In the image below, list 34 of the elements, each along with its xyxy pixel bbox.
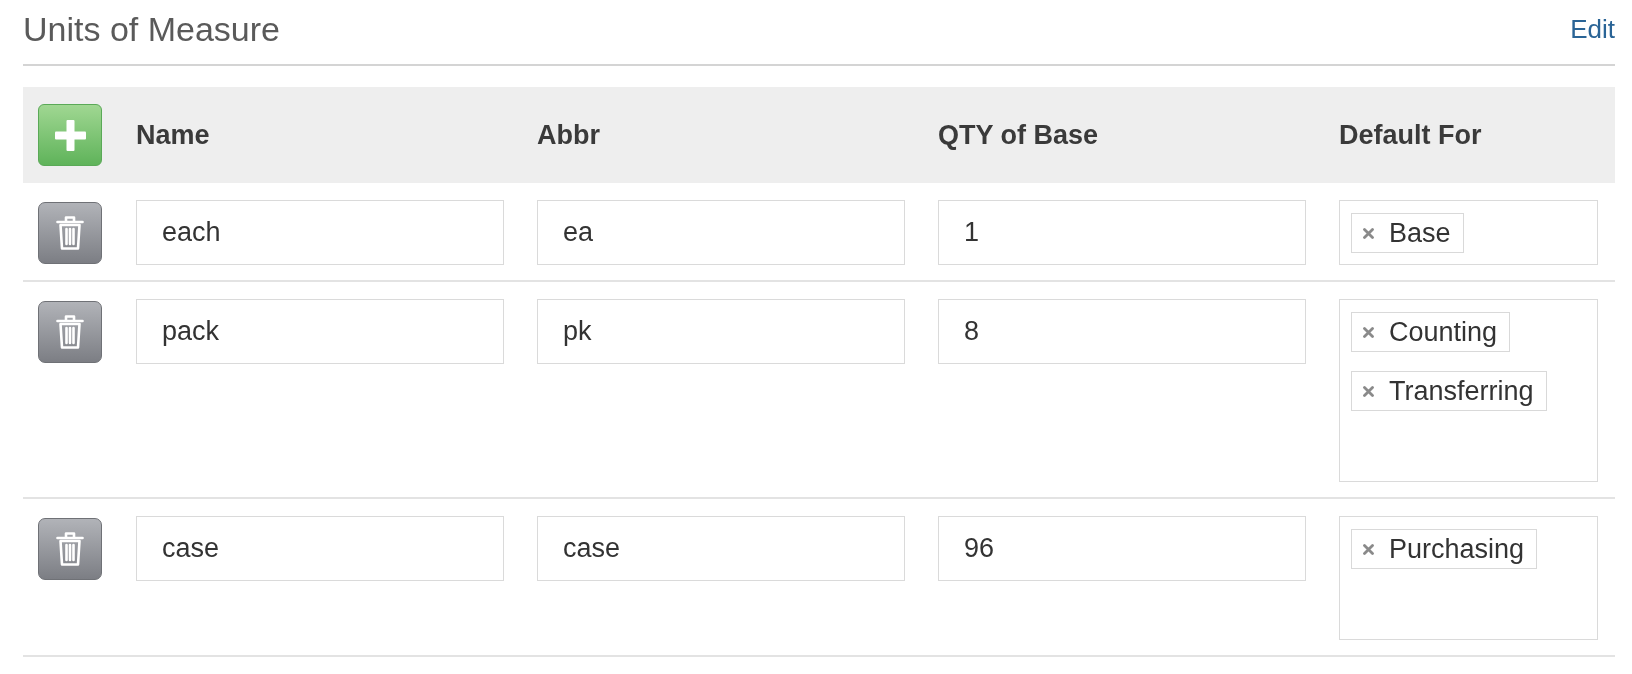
trash-icon (55, 530, 85, 567)
default-for-field[interactable]: Counting Transferring (1339, 299, 1598, 482)
tag-label: Counting (1389, 316, 1498, 348)
delete-button[interactable] (38, 517, 102, 580)
delete-button[interactable] (38, 300, 102, 363)
tag-label: Purchasing (1389, 533, 1525, 565)
remove-icon[interactable] (1363, 326, 1374, 338)
name-input[interactable]: pack (136, 299, 504, 364)
trash-icon (55, 214, 85, 251)
qty-input[interactable]: 1 (938, 200, 1306, 265)
qty-input[interactable]: 8 (938, 299, 1306, 364)
remove-icon[interactable] (1363, 543, 1374, 555)
qty-input[interactable]: 96 (938, 516, 1306, 581)
column-header: Abbr (537, 119, 600, 151)
delete-button[interactable] (38, 201, 102, 264)
trash-icon (55, 313, 85, 350)
default-for-field[interactable]: Purchasing (1339, 516, 1598, 640)
edit-link[interactable]: Edit (1570, 13, 1615, 45)
column-header: Default For (1339, 119, 1482, 151)
remove-icon[interactable] (1363, 227, 1374, 239)
tag-label: Base (1389, 217, 1451, 249)
abbr-input[interactable]: pk (537, 299, 905, 364)
plus-icon (54, 119, 86, 151)
default-for-field[interactable]: Base (1339, 200, 1598, 265)
section-title: Units of Measure (23, 9, 280, 49)
tag-label: Transferring (1389, 375, 1534, 407)
column-header: Name (136, 119, 210, 151)
name-input[interactable]: each (136, 200, 504, 265)
abbr-input[interactable]: ea (537, 200, 905, 265)
abbr-input[interactable]: case (537, 516, 905, 581)
column-header: QTY of Base (938, 119, 1099, 151)
remove-icon[interactable] (1363, 385, 1374, 397)
add-button[interactable] (38, 104, 102, 166)
name-input[interactable]: case (136, 516, 504, 581)
